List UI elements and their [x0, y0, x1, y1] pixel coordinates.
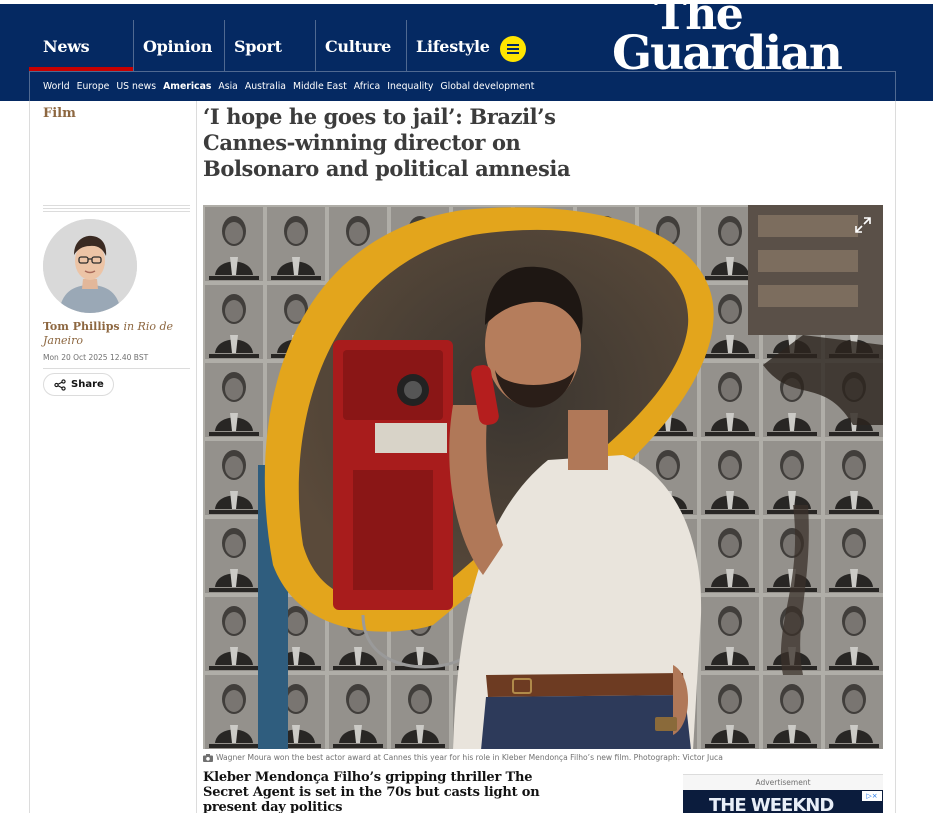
share-label: Share [71, 379, 104, 390]
section-label[interactable]: Film [43, 106, 76, 121]
subnav-item-middle-east[interactable]: Middle East [293, 81, 347, 92]
pillar-label: Opinion [143, 37, 213, 56]
hero-image[interactable] [203, 205, 883, 749]
article-headline: ‘I hope he goes to jail’: Brazil’s Canne… [203, 104, 571, 181]
masthead: UK The Guardian News Opinion Sport Cultu… [0, 0, 933, 101]
author-avatar [43, 219, 137, 313]
grid-line-left [29, 101, 30, 813]
grid-line-meta [196, 101, 197, 813]
subnav-item-inequality[interactable]: Inequality [387, 81, 433, 92]
publish-date[interactable]: Mon 20 Oct 2025 12.40 BST [43, 353, 148, 362]
menu-button[interactable] [500, 36, 526, 62]
hamburger-icon [507, 48, 519, 50]
expand-image-button[interactable] [851, 213, 875, 237]
subnav-item-us-news[interactable]: US news [116, 81, 156, 92]
pillar-label: Lifestyle [416, 37, 490, 56]
subnav-item-australia[interactable]: Australia [245, 81, 286, 92]
logo-line-2: Guardian [612, 25, 843, 81]
meta-rule [43, 368, 190, 369]
subnav-item-africa[interactable]: Africa [354, 81, 381, 92]
camera-icon [203, 753, 213, 762]
guardian-logo[interactable]: The Guardian [612, 0, 843, 81]
hero-photo [203, 205, 883, 749]
grid-line-right [895, 101, 896, 813]
pillar-opinion[interactable]: Opinion [133, 20, 224, 71]
byline: Tom Phillips in Rio de Janeiro [43, 320, 193, 348]
pillar-culture[interactable]: Culture [315, 20, 406, 71]
expand-icon [855, 217, 871, 233]
meta-divider [43, 205, 190, 214]
subnav-item-americas[interactable]: Americas [163, 81, 211, 92]
pillar-lifestyle[interactable]: Lifestyle [406, 20, 497, 71]
share-icon [54, 378, 66, 391]
pillar-nav: News Opinion Sport Culture Lifestyle [29, 20, 497, 71]
adchoices-icon[interactable]: ▷× [862, 791, 882, 801]
author-portrait [43, 219, 137, 313]
pillar-news[interactable]: News [29, 20, 133, 71]
pillar-label: Culture [325, 37, 391, 56]
subnav: World Europe US news Americas Asia Austr… [29, 71, 896, 101]
share-button[interactable]: Share [43, 373, 114, 396]
subnav-item-global-development[interactable]: Global development [440, 81, 534, 92]
image-caption: Wagner Moura won the best actor award at… [203, 753, 883, 762]
ad-text: THE WEEKND [709, 795, 834, 813]
subnav-item-world[interactable]: World [43, 81, 70, 92]
author-name[interactable]: Tom Phillips [43, 320, 120, 333]
standfirst: Kleber Mendonça Filho’s gripping thrille… [203, 770, 540, 813]
caption-text: Wagner Moura won the best actor award at… [216, 753, 723, 762]
pillar-label: News [43, 37, 90, 56]
pillar-label: Sport [234, 37, 282, 56]
subnav-item-europe[interactable]: Europe [77, 81, 110, 92]
advertisement-label: Advertisement [683, 774, 883, 790]
pillar-sport[interactable]: Sport [224, 20, 315, 71]
advertisement-banner[interactable]: THE WEEKND ▷× [683, 790, 883, 813]
subnav-item-asia[interactable]: Asia [218, 81, 237, 92]
